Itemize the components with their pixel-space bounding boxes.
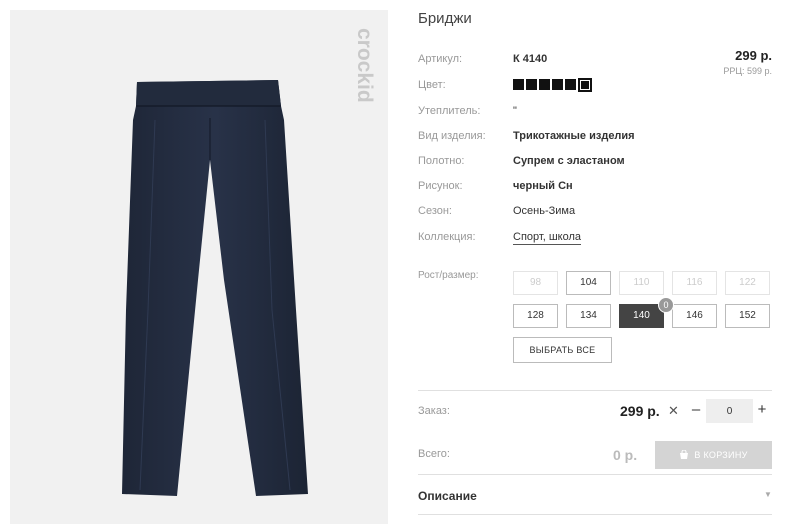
- color-swatch[interactable]: [539, 79, 550, 90]
- order-label: Заказ:: [418, 405, 450, 417]
- cart-icon: [680, 449, 689, 459]
- size-label: Рост/размер:: [418, 270, 479, 281]
- spec-label: Вид изделия:: [418, 130, 486, 142]
- order-price: 299 р.: [620, 403, 660, 419]
- size-option: 116: [672, 271, 717, 295]
- spec-label: Коллекция:: [418, 231, 476, 243]
- total-value: 0 р.: [613, 447, 638, 463]
- product-price: 299 р.: [735, 48, 772, 63]
- color-swatches: [513, 78, 592, 92]
- recommended-retail-price: РРЦ: 599 р.: [723, 66, 772, 76]
- add-to-cart-label: В КОРЗИНУ: [694, 450, 748, 460]
- spec-label: Сезон:: [418, 205, 452, 217]
- product-title: Бриджи: [418, 10, 472, 27]
- color-swatch[interactable]: [565, 79, 576, 90]
- size-option: 98: [513, 271, 558, 295]
- chevron-down-icon[interactable]: ▼: [764, 490, 772, 499]
- spec-value: ": [513, 105, 517, 117]
- spec-value: Трикотажные изделия: [513, 130, 635, 142]
- select-all-button[interactable]: ВЫБРАТЬ ВСЕ: [513, 337, 612, 363]
- size-option: 110: [619, 271, 664, 295]
- color-swatch[interactable]: [513, 79, 524, 90]
- spec-value: Осень-Зима: [513, 205, 576, 217]
- spec-label: Цвет:: [418, 79, 446, 91]
- description-toggle[interactable]: Описание: [418, 489, 477, 503]
- spec-value: К 4140: [513, 53, 548, 65]
- spec-label: Артикул:: [418, 53, 463, 65]
- add-to-cart-button[interactable]: В КОРЗИНУ: [655, 441, 772, 469]
- brand-logo-text: crockid: [353, 28, 376, 103]
- divider: [418, 390, 772, 391]
- size-option[interactable]: 146: [672, 304, 717, 328]
- size-option-selected[interactable]: 140: [619, 304, 664, 328]
- multiply-icon: ✕: [668, 403, 679, 418]
- size-option[interactable]: 152: [725, 304, 770, 328]
- total-label: Всего:: [418, 448, 450, 460]
- size-quantity-badge: 0: [658, 297, 674, 313]
- product-image[interactable]: crockid: [10, 10, 388, 524]
- spec-label: Утеплитель:: [418, 105, 481, 117]
- collection-link[interactable]: Спорт, школа: [513, 231, 581, 245]
- color-swatch[interactable]: [526, 79, 537, 90]
- divider: [418, 514, 772, 515]
- decrease-quantity-button[interactable]: –: [690, 401, 702, 418]
- size-option: 122: [725, 271, 770, 295]
- color-swatch[interactable]: [552, 79, 563, 90]
- size-option[interactable]: 104: [566, 271, 611, 295]
- size-option[interactable]: 128: [513, 304, 558, 328]
- size-option[interactable]: 134: [566, 304, 611, 328]
- quantity-input[interactable]: [706, 399, 753, 423]
- increase-quantity-button[interactable]: +: [756, 401, 768, 418]
- divider: [418, 474, 772, 475]
- pants-photo: [122, 80, 308, 496]
- spec-value: Супрем с эластаном: [513, 155, 625, 167]
- spec-label: Рисунок:: [418, 180, 463, 192]
- spec-value: черный Сн: [513, 180, 573, 192]
- spec-label: Полотно:: [418, 155, 465, 167]
- color-swatch-selected[interactable]: [578, 78, 592, 92]
- brand-logo: crockid: [353, 28, 376, 103]
